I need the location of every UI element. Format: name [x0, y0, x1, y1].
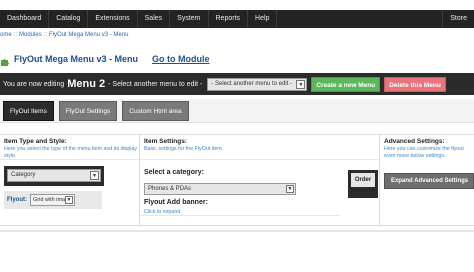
item-type-value: Category: [11, 172, 36, 178]
top-navigation: Dashboard Catalog Extensions Sales Syste…: [0, 0, 474, 28]
chevron-down-icon: ▼: [286, 185, 294, 193]
item-settings-title: Item Settings:: [144, 138, 187, 145]
delete-menu-button[interactable]: Delete this Menu: [384, 76, 446, 92]
flyout-style-select[interactable]: Grid with image ▼: [30, 194, 75, 206]
divider: [0, 230, 474, 232]
order-button[interactable]: Order: [351, 173, 375, 187]
item-settings-column: Item Settings: Basic settings for the Fl…: [140, 135, 380, 227]
flyout-label: Flyout:: [7, 197, 27, 203]
menu-edit-bar: You are now editing Menu 2 - Select anot…: [0, 73, 474, 95]
chevron-down-icon: ▼: [65, 196, 73, 204]
chevron-down-icon: ▼: [90, 171, 99, 180]
menu-select-dropdown[interactable]: - Select another menu to edit - ▼: [207, 77, 308, 91]
tab-bar: FlyOut Items FlyOut Settings Custom Html…: [0, 99, 474, 123]
breadcrumb-separator: ::: [43, 32, 48, 38]
breadcrumb-modules[interactable]: Modules: [19, 32, 42, 38]
order-control: Order: [348, 170, 378, 198]
item-type-column: Item Type and Style: Here you select the…: [0, 135, 140, 227]
flyout-banner-label: Flyout Add banner:: [144, 199, 208, 206]
nav-catalog[interactable]: Catalog: [49, 10, 89, 28]
breadcrumb-home[interactable]: ome: [0, 32, 12, 38]
breadcrumb: ome:: Modules:: FlyOut Mega Menu v3 - Menu: [0, 32, 128, 38]
select-category-label: Select a category:: [144, 169, 204, 176]
divider: [140, 159, 379, 160]
item-type-select[interactable]: Category ▼: [7, 169, 101, 182]
category-select-value: Phones & PDAs: [148, 186, 192, 192]
divider: [140, 215, 340, 216]
item-editor: Item Type and Style: Here you select the…: [0, 134, 474, 227]
nav-sales[interactable]: Sales: [138, 10, 171, 28]
menu-select-value: - Select another menu to edit -: [211, 81, 293, 87]
breadcrumb-flyout[interactable]: FlyOut Mega Menu v3 - Menu: [49, 32, 128, 38]
page-header: FlyOut Mega Menu v3 - Menu Go to Module: [0, 51, 210, 67]
create-menu-button[interactable]: Create a new Menu: [311, 76, 381, 92]
current-menu-name: Menu 2: [67, 78, 106, 90]
tab-flyout-settings[interactable]: FlyOut Settings: [58, 100, 118, 121]
breadcrumb-separator: ::: [13, 32, 18, 38]
advanced-settings-column: Advanced Settings: Here you can customiz…: [380, 135, 474, 227]
chevron-down-icon: ▼: [296, 79, 306, 89]
item-settings-desc: Basic settings for the FlyOut item.: [144, 146, 224, 152]
category-select[interactable]: Phones & PDAs ▼: [144, 183, 296, 195]
nav-dashboard[interactable]: Dashboard: [0, 10, 50, 28]
go-to-module-link[interactable]: Go to Module: [152, 54, 210, 64]
nav-help[interactable]: Help: [248, 10, 278, 28]
item-type-desc: Here you select the type of the menu ite…: [4, 146, 138, 159]
editing-prefix: You are now editing: [3, 80, 65, 88]
nav-system[interactable]: System: [170, 10, 209, 28]
top-nav-bar: Dashboard Catalog Extensions Sales Syste…: [0, 10, 474, 28]
nav-reports[interactable]: Reports: [209, 10, 249, 28]
flyout-style-row: Flyout: Grid with image ▼: [4, 191, 102, 209]
page-title: FlyOut Mega Menu v3 - Menu: [14, 54, 139, 64]
puzzle-icon: [0, 54, 10, 66]
divider: [0, 159, 139, 160]
tab-flyout-items[interactable]: FlyOut Items: [3, 100, 54, 121]
nav-extensions[interactable]: Extensions: [88, 10, 138, 28]
advanced-settings-desc: Here you can customize the flyout even m…: [384, 146, 464, 159]
tab-custom-html[interactable]: Custom Html area: [122, 100, 189, 121]
advanced-settings-title: Advanced Settings:: [384, 138, 445, 145]
nav-store[interactable]: Store: [442, 10, 474, 28]
item-type-title: Item Type and Style:: [4, 138, 67, 145]
expand-advanced-button[interactable]: Expand Advanced Settings: [384, 173, 474, 189]
type-select-wrapper: Category ▼: [4, 166, 104, 186]
editing-suffix: - Select another menu to edit -: [108, 80, 203, 88]
